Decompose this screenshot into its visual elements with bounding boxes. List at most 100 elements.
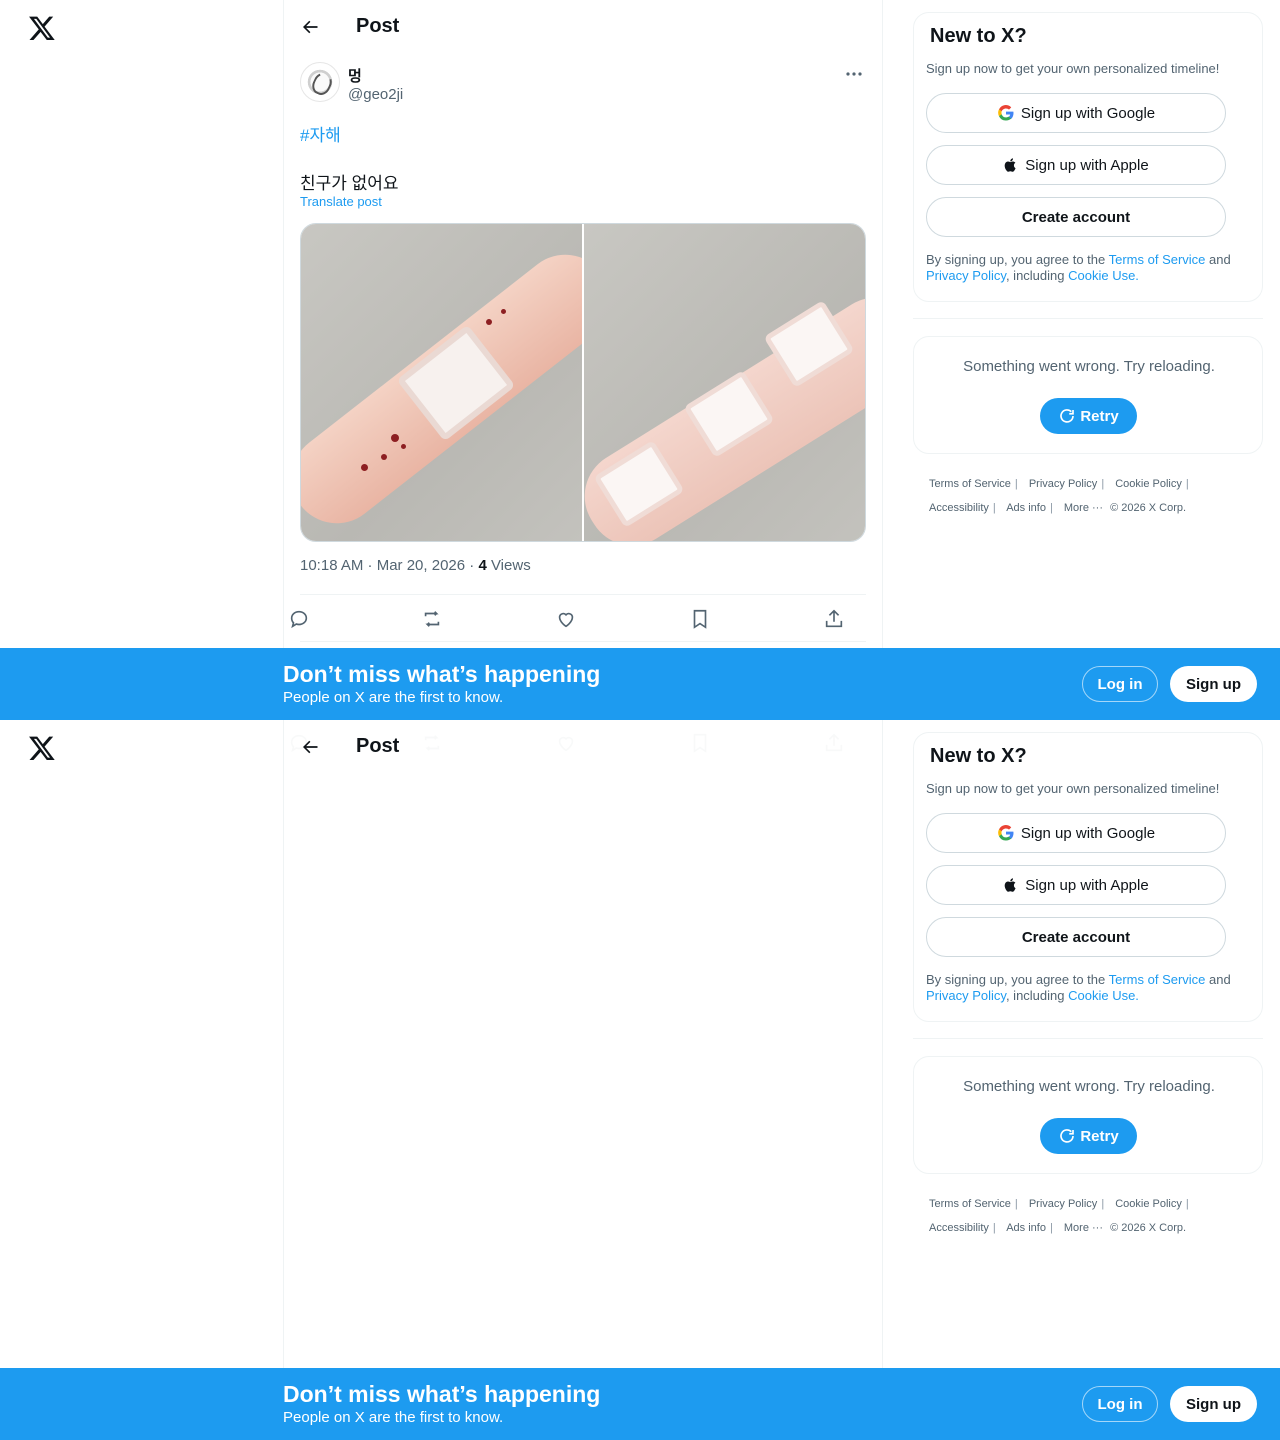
- error-message: Something went wrong. Try reloading.: [963, 358, 1215, 375]
- signup-legal-text: By signing up, you agree to the Terms of…: [926, 252, 1248, 284]
- privacy-link[interactable]: Privacy Policy: [926, 988, 1006, 1003]
- like-icon[interactable]: [555, 608, 577, 630]
- retry-button[interactable]: Retry: [1040, 1118, 1137, 1154]
- main-column: Post 멍 @geo2ji #자해 친구가 없어요 Translate pos…: [283, 0, 883, 720]
- apple-icon: [1004, 878, 1016, 892]
- error-message: Something went wrong. Try reloading.: [963, 1078, 1215, 1095]
- footer-link-tos[interactable]: Terms of Service: [929, 478, 1011, 490]
- create-account-label: Create account: [1021, 928, 1131, 946]
- signup-apple-label: Sign up with Apple: [1025, 876, 1149, 894]
- legal-including: , including: [1005, 988, 1069, 1003]
- sidebar-divider: [913, 1038, 1263, 1039]
- cookie-use-link[interactable]: Cookie Use.: [1068, 268, 1139, 283]
- translate-post-link[interactable]: Translate post: [300, 194, 382, 209]
- legal-and: and: [1205, 972, 1231, 987]
- legal-prefix: By signing up, you agree to the: [926, 252, 1109, 267]
- signup-button[interactable]: Sign up: [1170, 666, 1257, 702]
- create-account-button[interactable]: Create account: [926, 917, 1226, 957]
- footer-link-more[interactable]: More ···: [1064, 502, 1103, 514]
- top-bar: Post: [284, 720, 882, 773]
- post: 멍 @geo2ji #자해 친구가 없어요 Translate post 10:…: [284, 53, 882, 642]
- banner-title: Don’t miss what’s happening: [283, 661, 601, 687]
- media-photo-2[interactable]: [584, 224, 865, 541]
- signup-google-button[interactable]: Sign up with Google: [926, 813, 1226, 853]
- signup-apple-button[interactable]: Sign up with Apple: [926, 145, 1226, 185]
- signup-title: New to X?: [930, 745, 1027, 767]
- more-options-icon[interactable]: [844, 69, 864, 79]
- signup-card: New to X? Sign up now to get your own pe…: [913, 12, 1263, 302]
- footer-link-tos[interactable]: Terms of Service: [929, 1198, 1011, 1210]
- footer-link-ads[interactable]: Ads info: [1006, 502, 1046, 514]
- post-text: 친구가 없어요: [300, 174, 399, 193]
- signup-legal-text: By signing up, you agree to the Terms of…: [926, 972, 1248, 1004]
- main-column: Post 멍 @geo2ji #자해 친구가 없어요 Translate pos…: [283, 720, 883, 1440]
- signup-button[interactable]: Sign up: [1170, 1386, 1257, 1422]
- terms-link[interactable]: Terms of Service: [1109, 252, 1206, 267]
- legal-including: , including: [1005, 268, 1069, 283]
- author-name[interactable]: 멍: [348, 65, 362, 86]
- apple-icon: [1004, 158, 1016, 172]
- hashtag-link[interactable]: #자해: [300, 121, 341, 146]
- x-logo-icon[interactable]: [28, 734, 56, 762]
- privacy-link[interactable]: Privacy Policy: [926, 268, 1006, 283]
- footer-link-cookie[interactable]: Cookie Policy: [1115, 1198, 1182, 1210]
- signup-title: New to X?: [930, 25, 1027, 47]
- views-count: 4: [478, 557, 487, 574]
- signup-google-button[interactable]: Sign up with Google: [926, 93, 1226, 133]
- banner-title: Don’t miss what’s happening: [283, 1381, 601, 1407]
- copyright: © 2026 X Corp.: [1110, 502, 1187, 514]
- banner-subtitle: People on X are the first to know.: [283, 1409, 504, 1426]
- cookie-use-link[interactable]: Cookie Use.: [1068, 988, 1139, 1003]
- post-timestamp[interactable]: 10:18 AM · Mar 20, 2026 ·: [300, 557, 478, 574]
- signup-apple-label: Sign up with Apple: [1025, 156, 1149, 174]
- retry-label: Retry: [1080, 407, 1119, 425]
- media-photo-1[interactable]: [301, 224, 582, 541]
- footer-link-privacy[interactable]: Privacy Policy: [1029, 478, 1097, 490]
- repost-icon[interactable]: [421, 608, 443, 630]
- footer-link-accessibility[interactable]: Accessibility: [929, 502, 989, 514]
- footer-link-accessibility[interactable]: Accessibility: [929, 1222, 989, 1234]
- share-icon[interactable]: [823, 608, 845, 630]
- author-row: 멍 @geo2ji: [284, 53, 882, 115]
- bookmark-icon[interactable]: [689, 608, 711, 630]
- frame-bottom: Post 멍 @geo2ji #자해 친구가 없어요 Translate pos…: [0, 720, 1280, 1440]
- back-arrow-icon[interactable]: [300, 17, 320, 37]
- page-title: Post: [356, 15, 400, 37]
- error-card: Something went wrong. Try reloading. Ret…: [913, 1056, 1263, 1174]
- footer-links: Terms of Service | Privacy Policy | Cookie…: [929, 1198, 1189, 1234]
- signup-apple-button[interactable]: Sign up with Apple: [926, 865, 1226, 905]
- reply-icon[interactable]: [288, 608, 310, 630]
- sidebar-divider: [913, 318, 1263, 319]
- post-actions: [290, 594, 866, 642]
- signup-subtitle: Sign up now to get your own personalized…: [926, 61, 1220, 76]
- x-logo-icon[interactable]: [28, 14, 56, 42]
- avatar[interactable]: [300, 62, 340, 102]
- page-title: Post: [356, 735, 400, 757]
- signup-card: New to X? Sign up now to get your own pe…: [913, 732, 1263, 1022]
- signup-subtitle: Sign up now to get your own personalized…: [926, 781, 1220, 796]
- top-bar: Post: [284, 0, 882, 53]
- copyright: © 2026 X Corp.: [1110, 1222, 1187, 1234]
- views-label: Views: [486, 557, 531, 574]
- signup-google-label: Sign up with Google: [1020, 824, 1156, 842]
- login-button[interactable]: Log in: [1082, 666, 1158, 702]
- terms-link[interactable]: Terms of Service: [1109, 972, 1206, 987]
- footer-link-privacy[interactable]: Privacy Policy: [1029, 1198, 1097, 1210]
- retry-label: Retry: [1080, 1127, 1119, 1145]
- error-card: Something went wrong. Try reloading. Ret…: [913, 336, 1263, 454]
- login-button[interactable]: Log in: [1082, 1386, 1158, 1422]
- back-arrow-icon[interactable]: [300, 737, 320, 757]
- google-icon: [998, 105, 1014, 121]
- signup-banner: Don’t miss what’s happening People on X …: [0, 1368, 1280, 1440]
- google-icon: [998, 825, 1014, 841]
- retry-button[interactable]: Retry: [1040, 398, 1137, 434]
- footer-link-cookie[interactable]: Cookie Policy: [1115, 478, 1182, 490]
- refresh-icon: [1060, 1129, 1075, 1143]
- create-account-label: Create account: [1021, 208, 1131, 226]
- post-media[interactable]: [300, 223, 866, 542]
- author-handle[interactable]: @geo2ji: [348, 86, 403, 103]
- create-account-button[interactable]: Create account: [926, 197, 1226, 237]
- footer-link-more[interactable]: More ···: [1064, 1222, 1103, 1234]
- footer-link-ads[interactable]: Ads info: [1006, 1222, 1046, 1234]
- frame-top: Post 멍 @geo2ji #자해 친구가 없어요 Translate pos…: [0, 0, 1280, 720]
